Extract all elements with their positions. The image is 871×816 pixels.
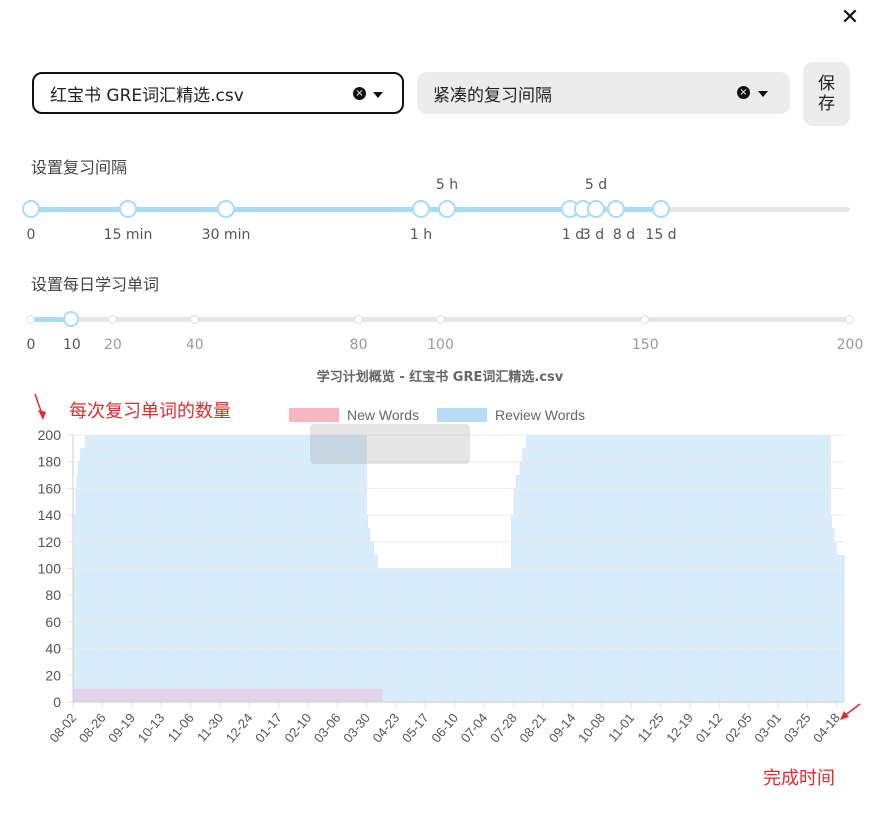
daily-words-mark xyxy=(26,315,35,324)
x-tick-label: 02-10 xyxy=(281,710,314,745)
review-interval-tick-label: 8 d xyxy=(612,227,636,243)
daily-words-tick-label: 0 xyxy=(26,337,36,353)
x-tick-label: 03-30 xyxy=(340,710,373,745)
x-tick-label: 05-17 xyxy=(399,710,432,745)
review-interval-knob[interactable] xyxy=(412,200,430,218)
x-tick-label: 11-25 xyxy=(634,710,666,744)
daily-words-tick-label: 40 xyxy=(185,337,204,353)
daily-words-tick-label: 200 xyxy=(836,337,864,353)
x-tick-label: 12-24 xyxy=(223,710,256,745)
daily-words-mark xyxy=(845,315,854,324)
daily-words-tick-label: 150 xyxy=(631,337,659,353)
review-interval-tick-label: 30 min xyxy=(201,227,251,243)
review-interval-knob[interactable] xyxy=(119,200,137,218)
study-plan-chart: 02040608010012014016018020008-0208-2609-… xyxy=(38,407,845,745)
review-interval-knob[interactable] xyxy=(607,200,625,218)
x-tick-label: 11-06 xyxy=(165,710,197,744)
x-tick-label: 08-02 xyxy=(46,710,79,745)
review-interval-knob[interactable] xyxy=(438,200,456,218)
review-interval-knob[interactable] xyxy=(587,200,605,218)
legend-swatch[interactable] xyxy=(289,408,339,422)
x-tick-label: 01-17 xyxy=(252,710,285,745)
x-tick-label: 10-08 xyxy=(575,710,608,745)
x-tick-label: 03-01 xyxy=(751,710,784,745)
daily-words-tick-label: 10 xyxy=(63,337,81,353)
x-tick-label: 11-30 xyxy=(194,710,226,744)
daily-words-mark xyxy=(107,315,117,324)
review-interval-tick-label: 15 min xyxy=(103,227,153,243)
daily-words-mark xyxy=(189,315,199,324)
y-tick-label: 20 xyxy=(45,667,61,683)
daily-words-tick-label: 80 xyxy=(349,337,368,353)
review-interval-knob[interactable] xyxy=(217,200,235,218)
y-tick-label: 100 xyxy=(38,561,62,577)
y-tick-label: 120 xyxy=(38,534,62,550)
x-tick-label: 04-23 xyxy=(370,710,403,745)
review-interval-tick-label: 3 d xyxy=(581,227,605,243)
new-words-band xyxy=(73,688,383,702)
daily-words-mark xyxy=(353,315,363,324)
tooltip-ghost xyxy=(310,424,470,464)
review-interval-tick-label: 0 xyxy=(26,227,36,243)
x-tick-label: 03-06 xyxy=(311,710,344,745)
y-tick-label: 0 xyxy=(53,694,61,710)
y-tick-label: 80 xyxy=(45,587,61,603)
daily-words-tick-label: 20 xyxy=(103,337,122,353)
x-tick-label: 03-25 xyxy=(781,710,814,745)
review-interval-top-tick-label: 5 d xyxy=(584,177,608,193)
review-interval-tick-label: 15 d xyxy=(645,227,677,243)
x-tick-label: 07-04 xyxy=(458,710,491,745)
x-tick-label: 09-19 xyxy=(105,710,138,745)
y-tick-label: 160 xyxy=(38,480,62,496)
review-interval-tick-label: 1 d xyxy=(561,227,585,243)
daily-words-mark xyxy=(435,315,445,324)
x-tick-label: 12-19 xyxy=(663,710,696,745)
daily-words-knob[interactable] xyxy=(62,311,79,327)
review-interval-knob[interactable] xyxy=(22,200,40,218)
x-tick-label: 09-14 xyxy=(546,710,579,745)
review-interval-top-tick-label: 5 h xyxy=(435,177,459,193)
x-tick-label: 08-21 xyxy=(516,710,549,745)
y-tick-label: 140 xyxy=(38,507,62,523)
daily-words-tick-label: 100 xyxy=(427,337,454,353)
review-interval-knob[interactable] xyxy=(652,200,670,218)
y-tick-label: 40 xyxy=(45,641,61,657)
x-tick-label: 04-18 xyxy=(810,710,843,745)
x-tick-label: 07-28 xyxy=(487,710,520,745)
x-tick-label: 01-12 xyxy=(693,710,726,745)
y-tick-label: 180 xyxy=(38,454,62,470)
x-tick-label: 08-26 xyxy=(76,710,109,745)
x-tick-label: 02-05 xyxy=(722,710,755,745)
legend-label[interactable]: Review Words xyxy=(495,407,585,423)
y-tick-label: 200 xyxy=(38,427,62,443)
x-tick-label: 10-13 xyxy=(135,710,168,745)
x-tick-label: 06-10 xyxy=(428,710,461,745)
review-interval-tick-label: 1 h xyxy=(409,227,433,243)
legend-swatch[interactable] xyxy=(437,408,487,422)
legend-label[interactable]: New Words xyxy=(347,407,419,423)
x-tick-label: 11-01 xyxy=(605,710,637,744)
y-tick-label: 60 xyxy=(45,614,61,630)
